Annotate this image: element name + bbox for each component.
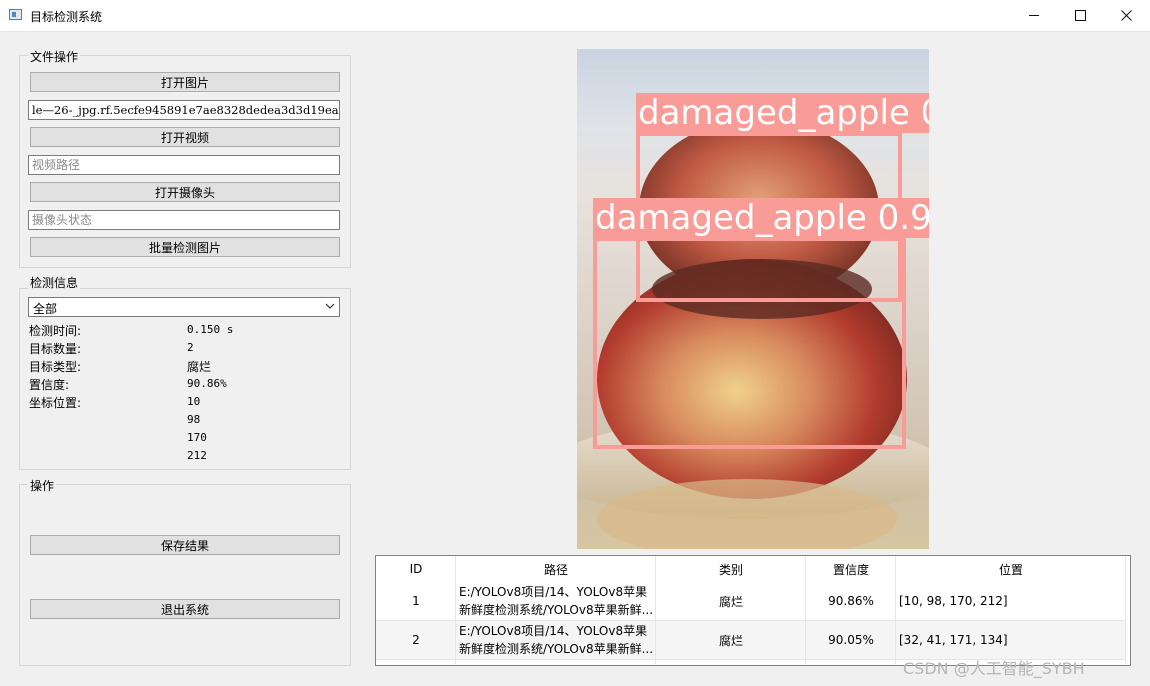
col-header-path[interactable]: 路径 (456, 556, 656, 582)
table-row[interactable]: 1 E:/YOLOv8项目/14、YOLOv8苹果 新鲜度检测系统/YOLOv8… (376, 582, 1126, 620)
open-video-button[interactable]: 打开视频 (30, 127, 340, 147)
close-button[interactable] (1103, 0, 1149, 31)
maximize-icon (1074, 10, 1086, 21)
cell-path: E:/YOLOv8项目/14、YOLOv8苹果 新鲜度检测系统/YOLOv8苹果… (456, 583, 656, 621)
open-image-button[interactable]: 打开图片 (30, 72, 340, 92)
window-title: 目标检测系统 (30, 10, 103, 24)
actions-group: 操作 (19, 477, 351, 666)
cell-class: 腐烂 (718, 594, 743, 609)
cell-id: 2 (412, 633, 420, 647)
cell-pos: [32, 41, 171, 134] (899, 633, 1008, 647)
type-value: 腐烂 (187, 360, 212, 374)
cell-conf: 90.05% (828, 633, 874, 647)
col-header-conf[interactable]: 置信度 (806, 556, 896, 582)
chevron-down-icon (325, 303, 335, 309)
close-icon (1120, 10, 1132, 21)
row-divider (376, 620, 1126, 621)
det-info-title: 检测信息 (28, 274, 81, 291)
coord-label: 坐标位置: (29, 396, 82, 410)
cell-path: E:/YOLOv8项目/14、YOLOv8苹果 新鲜度检测系统/YOLOv8苹果… (456, 622, 656, 660)
confidence-label: 置信度: (29, 378, 70, 392)
type-label: 目标类型: (29, 360, 82, 374)
coord-x2: 170 (187, 431, 207, 444)
count-label: 目标数量: (29, 342, 82, 356)
image-path-field[interactable]: le—26-_jpg.rf.5ecfe945891e7ae8328dedea3d… (28, 100, 340, 120)
video-path-placeholder: 视频路径 (32, 158, 81, 172)
cell-path-line2: 新鲜度检测系统/YOLOv8苹果新鲜... (459, 642, 654, 656)
cell-class: 腐烂 (718, 633, 743, 648)
title-bar: 目标检测系统 (0, 0, 1150, 32)
minimize-icon (1029, 15, 1039, 16)
camera-status-placeholder: 摄像头状态 (32, 213, 93, 227)
col-header-pos[interactable]: 位置 (896, 556, 1126, 582)
maximize-button[interactable] (1057, 0, 1103, 31)
results-table[interactable]: ID 路径 类别 置信度 位置 1 E:/YOLOv8项目/14、YOLOv8苹… (375, 555, 1131, 666)
coord-x1: 10 (187, 395, 201, 408)
app-icon (9, 9, 22, 20)
time-label: 检测时间: (29, 324, 82, 338)
col-divider (1125, 556, 1126, 664)
minimize-button[interactable] (1011, 0, 1057, 31)
class-filter-value: 全部 (33, 302, 58, 316)
video-path-field[interactable]: 视频路径 (28, 155, 340, 175)
watermark: CSDN @人工智能_SYBH (903, 659, 1085, 678)
coord-y2: 212 (187, 449, 207, 462)
table-row[interactable]: 2 E:/YOLOv8项目/14、YOLOv8苹果 新鲜度检测系统/YOLOv8… (376, 621, 1126, 659)
col-header-id[interactable]: ID (376, 556, 456, 582)
detection-image: damaged_apple 0.91 damaged_apple 0.91 (577, 49, 929, 549)
time-value: 0.150 s (187, 323, 234, 336)
bbox-2 (593, 237, 906, 449)
cell-path-line1: E:/YOLOv8项目/14、YOLOv8苹果 (459, 585, 648, 599)
cell-path-line1: E:/YOLOv8项目/14、YOLOv8苹果 (459, 624, 648, 638)
class-filter-select[interactable]: 全部 (28, 297, 340, 317)
bbox-1-label: damaged_apple 0.91 (636, 93, 929, 133)
save-result-button[interactable]: 保存结果 (30, 535, 340, 555)
col-divider (655, 556, 656, 664)
file-ops-title: 文件操作 (28, 48, 81, 65)
cell-pos: [10, 98, 170, 212] (899, 594, 1008, 608)
bbox-2-label: damaged_apple 0.91 (593, 198, 929, 238)
confidence-value: 90.86% (187, 377, 227, 390)
camera-status-field[interactable]: 摄像头状态 (28, 210, 340, 230)
cell-id: 1 (412, 594, 420, 608)
cell-conf: 90.86% (828, 594, 874, 608)
exit-button[interactable]: 退出系统 (30, 599, 340, 619)
count-value: 2 (187, 341, 194, 354)
col-header-class[interactable]: 类别 (656, 556, 806, 582)
open-camera-button[interactable]: 打开摄像头 (30, 182, 340, 202)
actions-title: 操作 (28, 477, 57, 494)
col-divider (455, 556, 456, 664)
cell-path-line2: 新鲜度检测系统/YOLOv8苹果新鲜... (459, 603, 654, 617)
col-divider (805, 556, 806, 664)
col-divider (895, 556, 896, 664)
coord-y1: 98 (187, 413, 201, 426)
batch-detect-button[interactable]: 批量检测图片 (30, 237, 340, 257)
